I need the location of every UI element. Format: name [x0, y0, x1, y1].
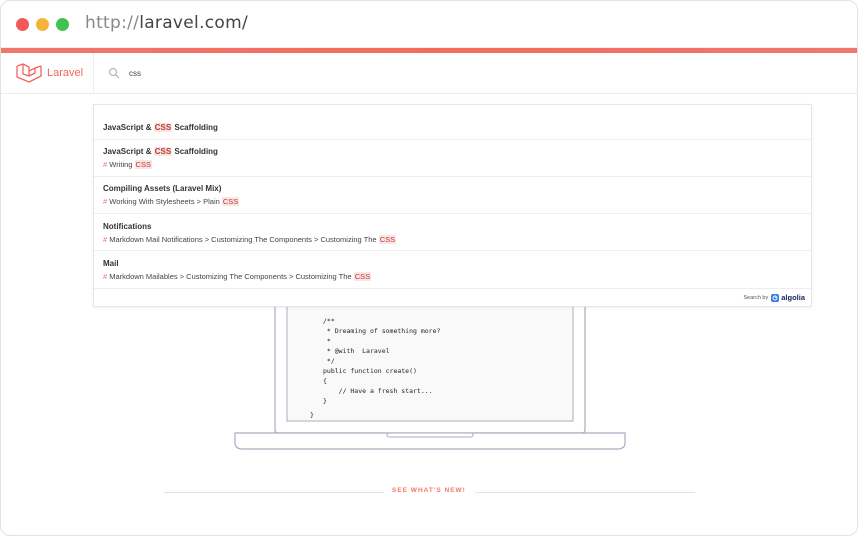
whats-new-section: SEE WHAT'S NEW!: [1, 487, 857, 499]
search-result-item[interactable]: JavaScript & CSS Scaffolding # Writing C…: [94, 140, 811, 177]
algolia-icon: [771, 293, 780, 302]
minimize-window-button[interactable]: [36, 18, 49, 31]
navbar-divider: [93, 53, 94, 94]
maximize-window-button[interactable]: [56, 18, 69, 31]
result-title: JavaScript & CSS Scaffolding: [103, 147, 218, 156]
url-host: laravel.com/: [139, 13, 249, 33]
result-subtitle: # Writing CSS: [103, 160, 152, 169]
search-by-algolia-link[interactable]: Search by algolia: [743, 293, 805, 302]
search-by-label: Search by: [743, 294, 769, 301]
search-input[interactable]: [129, 66, 329, 80]
result-title: Mail: [103, 259, 119, 268]
browser-window: http://laravel.com/ Laravel /** *: [0, 0, 858, 536]
search-result-item[interactable]: Mail # Markdown Mailables > Customizing …: [94, 251, 811, 289]
result-subtitle: # Markdown Mail Notifications > Customiz…: [103, 235, 397, 244]
search-result-item[interactable]: JavaScript & CSS Scaffolding: [94, 105, 811, 140]
brand-link[interactable]: Laravel: [16, 61, 83, 85]
algolia-wordmark: algolia: [781, 293, 805, 302]
brand-name: Laravel: [47, 67, 84, 79]
browser-chrome: http://laravel.com/: [1, 1, 857, 48]
result-title: JavaScript & CSS Scaffolding: [103, 123, 218, 132]
search-result-item[interactable]: Compiling Assets (Laravel Mix) # Working…: [94, 177, 811, 214]
divider-right: [475, 492, 695, 493]
result-title: Compiling Assets (Laravel Mix): [103, 184, 222, 193]
site-navbar: Laravel: [1, 53, 857, 94]
search-icon: [109, 68, 120, 79]
search-result-item[interactable]: Notifications # Markdown Mail Notificati…: [94, 214, 811, 251]
laravel-logo-icon: [16, 63, 42, 83]
result-title: Notifications: [103, 222, 152, 231]
address-bar[interactable]: http://laravel.com/: [85, 13, 248, 33]
result-subtitle: # Markdown Mailables > Customizing The C…: [103, 272, 372, 281]
code-closing-brace: }: [310, 411, 314, 419]
divider-left: [164, 492, 384, 493]
dropdown-footer: Search by algolia: [94, 289, 811, 307]
see-whats-new-link[interactable]: SEE WHAT'S NEW!: [392, 487, 466, 494]
close-window-button[interactable]: [16, 18, 29, 31]
url-protocol: http://: [85, 13, 140, 33]
search-results-dropdown: JavaScript & CSS Scaffolding JavaScript …: [93, 104, 812, 307]
code-snippet: /** * Dreaming of something more? * * @w…: [323, 317, 441, 405]
result-subtitle: # Working With Stylesheets > Plain CSS: [103, 197, 240, 206]
